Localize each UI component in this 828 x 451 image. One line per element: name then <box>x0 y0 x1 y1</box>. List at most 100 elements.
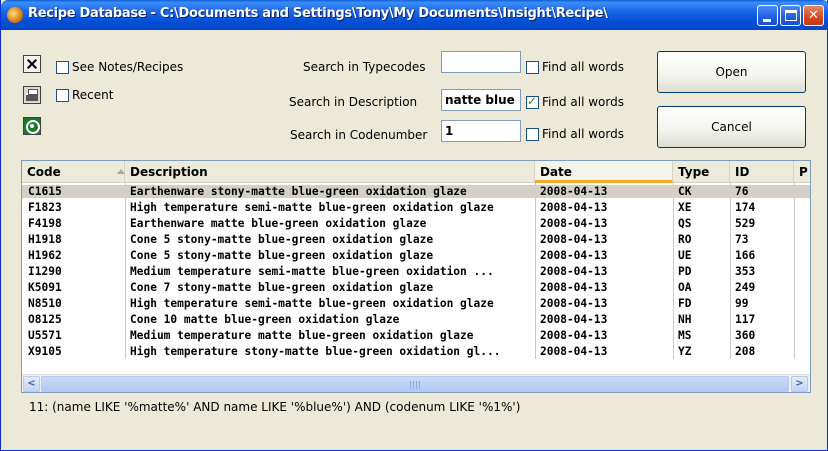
codenumber-findall-checkbox[interactable] <box>526 128 539 141</box>
cell-code: K5091 <box>28 281 62 294</box>
table-header: Code Description Date Type ID P <box>22 161 810 183</box>
table-row[interactable]: C1615 Earthenware stony-matte blue-green… <box>22 185 810 198</box>
cell-type: QS <box>678 217 692 230</box>
cell-id: 99 <box>735 297 749 310</box>
table-row[interactable]: U5571 Medium temperature matte blue-gree… <box>22 329 810 342</box>
codenumber-input[interactable]: 1 <box>441 120 521 142</box>
cell-id: 76 <box>735 185 749 198</box>
sort-arrow-icon <box>117 169 125 174</box>
table-row[interactable]: I1290 Medium temperature semi-matte blue… <box>22 265 810 278</box>
table-row[interactable]: H1918 Cone 5 stony-matte blue-green oxid… <box>22 233 810 246</box>
cell-date: 2008-04-13 <box>540 329 608 342</box>
cell-date: 2008-04-13 <box>540 345 608 358</box>
scroll-left-icon[interactable]: < <box>23 376 40 392</box>
minimize-button[interactable] <box>757 5 778 26</box>
codenumber-findall-label: Find all words <box>542 127 624 141</box>
cell-id: 117 <box>735 313 756 326</box>
typecodes-findall-checkbox[interactable] <box>526 61 539 74</box>
cell-type: MS <box>678 329 692 342</box>
table-row[interactable]: F4198 Earthenware matte blue-green oxida… <box>22 217 810 230</box>
description-input[interactable]: natte blue <box>441 89 521 111</box>
recent-label: Recent <box>72 88 114 102</box>
recipe-database-window: Recipe Database - C:\Documents and Setti… <box>0 0 828 451</box>
table-row[interactable]: O8125 Cone 10 matte blue-green oxidation… <box>22 313 810 326</box>
cell-date: 2008-04-13 <box>540 249 608 262</box>
cell-id: 529 <box>735 217 756 230</box>
typecodes-input[interactable] <box>441 51 521 73</box>
column-header-date[interactable]: Date <box>535 161 673 183</box>
cell-code: U5571 <box>28 329 62 342</box>
description-findall-checkbox[interactable] <box>526 94 539 109</box>
close-button[interactable]: ✕ <box>803 5 824 26</box>
cell-date: 2008-04-13 <box>540 265 608 278</box>
cell-id: 174 <box>735 201 756 214</box>
open-button[interactable]: Open <box>657 51 806 93</box>
cell-description: Cone 5 stony-matte blue-green oxidation … <box>130 233 434 246</box>
cell-description: Medium temperature semi-matte blue-green… <box>130 265 494 278</box>
cell-code: O8125 <box>28 313 62 326</box>
maximize-button[interactable] <box>780 5 801 26</box>
cell-date: 2008-04-13 <box>540 297 608 310</box>
cell-description: High temperature semi-matte blue-green o… <box>130 201 494 214</box>
table-row[interactable]: X9105 High temperature stony-matte blue-… <box>22 345 810 358</box>
cell-id: 353 <box>735 265 756 278</box>
recipe-table[interactable]: Code Description Date Type ID P C1615 Ea… <box>21 160 811 393</box>
title-bar[interactable]: Recipe Database - C:\Documents and Setti… <box>1 0 828 30</box>
window-title: Recipe Database - C:\Documents and Setti… <box>28 6 608 21</box>
cell-type: PD <box>678 265 692 278</box>
column-header-code[interactable]: Code <box>22 161 125 183</box>
close-icon: ✕ <box>808 8 819 23</box>
cell-description: Earthenware matte blue-green oxidation g… <box>130 217 427 230</box>
cell-description: Medium temperature matte blue-green oxid… <box>130 329 474 342</box>
table-row[interactable]: N8510 High temperature semi-matte blue-g… <box>22 297 810 310</box>
cell-description: High temperature stony-matte blue-green … <box>130 345 501 358</box>
scroll-right-icon[interactable]: > <box>791 376 808 392</box>
column-header-id[interactable]: ID <box>730 161 794 183</box>
cell-description: Cone 7 stony-matte blue-green oxidation … <box>130 281 434 294</box>
scrollbar-grip-icon <box>410 381 420 389</box>
cancel-button[interactable]: Cancel <box>657 106 806 148</box>
cell-code: F4198 <box>28 217 62 230</box>
cell-description: Earthenware stony-matte blue-green oxida… <box>130 185 467 198</box>
cell-description: Cone 5 stony-matte blue-green oxidation … <box>130 249 434 262</box>
delete-icon[interactable] <box>23 55 41 73</box>
typecodes-findall-label: Find all words <box>542 60 624 74</box>
cell-id: 249 <box>735 281 756 294</box>
see-notes-label: See Notes/Recipes <box>72 60 184 74</box>
codenumber-label: Search in Codenumber <box>290 128 428 142</box>
cell-code: I1290 <box>28 265 62 278</box>
target-icon[interactable] <box>23 117 41 135</box>
cell-id: 73 <box>735 233 749 246</box>
column-header-description[interactable]: Description <box>125 161 535 183</box>
scrollbar-thumb[interactable] <box>41 376 789 392</box>
horizontal-scrollbar[interactable]: < > <box>22 374 810 392</box>
print-icon[interactable] <box>23 86 41 104</box>
cell-code: C1615 <box>28 185 62 198</box>
column-header-p[interactable]: P <box>794 161 810 183</box>
cell-date: 2008-04-13 <box>540 281 608 294</box>
see-notes-checkbox[interactable] <box>56 61 69 74</box>
cell-code: F1823 <box>28 201 62 214</box>
cell-description: Cone 10 matte blue-green oxidation glaze <box>130 313 400 326</box>
column-header-type[interactable]: Type <box>673 161 730 183</box>
cell-date: 2008-04-13 <box>540 313 608 326</box>
cell-description: High temperature semi-matte blue-green o… <box>130 297 494 310</box>
description-label: Search in Description <box>289 95 418 109</box>
table-row[interactable]: F1823 High temperature semi-matte blue-g… <box>22 201 810 214</box>
cell-type: XE <box>678 201 692 214</box>
maximize-icon <box>785 10 797 21</box>
description-findall-label: Find all words <box>542 95 624 109</box>
minimize-icon <box>763 19 771 22</box>
table-row[interactable]: K5091 Cone 7 stony-matte blue-green oxid… <box>22 281 810 294</box>
cell-id: 360 <box>735 329 756 342</box>
cell-type: YZ <box>678 345 692 358</box>
cell-type: NH <box>678 313 692 326</box>
cell-code: X9105 <box>28 345 62 358</box>
cell-type: UE <box>678 249 692 262</box>
query-status: 11: (name LIKE '%matte%' AND name LIKE '… <box>29 400 521 414</box>
cell-type: FD <box>678 297 692 310</box>
table-row[interactable]: H1962 Cone 5 stony-matte blue-green oxid… <box>22 249 810 262</box>
recent-checkbox[interactable] <box>56 89 69 102</box>
cell-id: 208 <box>735 345 756 358</box>
cell-type: CK <box>678 185 692 198</box>
